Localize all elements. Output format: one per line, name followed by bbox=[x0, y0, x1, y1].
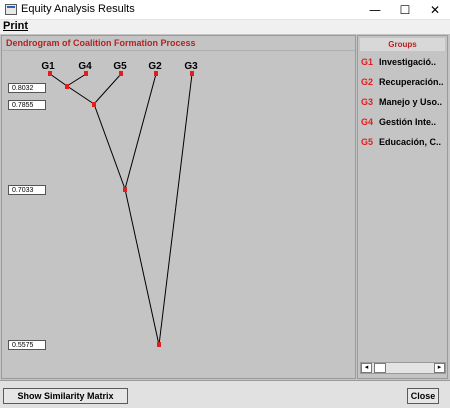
level-label-4: 0.5575 bbox=[8, 340, 46, 350]
merge-node-1 bbox=[65, 84, 69, 89]
branch-n3 bbox=[124, 188, 160, 346]
leaf-node-g3 bbox=[190, 71, 194, 76]
merge-node-4 bbox=[157, 342, 161, 347]
leaf-label-g3: G3 bbox=[184, 61, 198, 72]
branch-g4 bbox=[66, 73, 87, 87]
leaf-label-g5: G5 bbox=[113, 61, 127, 72]
dendrogram-panel: Dendrogram of Coalition Formation Proces… bbox=[1, 35, 356, 379]
show-similarity-matrix-button[interactable]: Show Similarity Matrix bbox=[3, 388, 128, 404]
close-window-button[interactable]: ✕ bbox=[420, 0, 450, 20]
group-code: G2 bbox=[361, 77, 374, 87]
leaf-label-g1: G1 bbox=[41, 61, 55, 72]
leaf-label-g4: G4 bbox=[78, 61, 92, 72]
menu-print[interactable]: Print bbox=[3, 20, 28, 32]
leaf-node-g4 bbox=[84, 71, 88, 76]
level-label-2: 0.7855 bbox=[8, 100, 46, 110]
leaf-node-g1 bbox=[48, 71, 52, 76]
group-code: G1 bbox=[361, 57, 374, 67]
scrollbar-thumb[interactable] bbox=[374, 363, 386, 373]
merge-node-2 bbox=[92, 102, 96, 107]
leaf-node-g2 bbox=[154, 71, 158, 76]
level-label-1: 0.8032 bbox=[8, 83, 46, 93]
dendrogram-chart: G1 G4 G5 G2 G3 bbox=[41, 61, 198, 347]
bottom-button-bar: Show Similarity Matrix Close bbox=[0, 380, 450, 408]
branch-n1 bbox=[66, 85, 95, 105]
group-name: Educación, C.. bbox=[379, 137, 442, 147]
branch-g1 bbox=[49, 73, 68, 87]
scroll-left-arrow-icon[interactable]: ◂ bbox=[361, 363, 372, 373]
branch-g2 bbox=[124, 73, 157, 190]
leaf-node-g5 bbox=[119, 71, 123, 76]
title-bar: Equity Analysis Results — ☐ ✕ bbox=[0, 0, 450, 20]
window-title: Equity Analysis Results bbox=[21, 3, 135, 15]
groups-header: Groups bbox=[360, 38, 445, 51]
group-code: G3 bbox=[361, 97, 374, 107]
merge-node-3 bbox=[123, 187, 127, 192]
group-name: Gestión Inte.. bbox=[379, 117, 437, 127]
branch-g3 bbox=[158, 73, 193, 346]
level-label-3: 0.7033 bbox=[8, 185, 46, 195]
close-button[interactable]: Close bbox=[407, 388, 439, 404]
groups-panel: Groups G1 Investigació.. G2 Recuperación… bbox=[357, 35, 448, 379]
groups-horizontal-scrollbar[interactable]: ◂ ▸ bbox=[360, 362, 446, 374]
leaf-label-g2: G2 bbox=[148, 61, 162, 72]
menu-bar: Print bbox=[0, 20, 450, 34]
branch-n2 bbox=[93, 103, 126, 190]
group-code: G4 bbox=[361, 117, 374, 127]
group-name: Investigació.. bbox=[379, 57, 437, 67]
scroll-right-arrow-icon[interactable]: ▸ bbox=[434, 363, 445, 373]
branch-g5 bbox=[93, 73, 122, 105]
group-name: Manejo y Uso.. bbox=[379, 97, 443, 107]
app-window-icon bbox=[5, 4, 17, 15]
maximize-button[interactable]: ☐ bbox=[390, 0, 420, 20]
group-code: G5 bbox=[361, 137, 374, 147]
group-name: Recuperación.. bbox=[379, 77, 444, 87]
minimize-button[interactable]: — bbox=[360, 0, 390, 20]
